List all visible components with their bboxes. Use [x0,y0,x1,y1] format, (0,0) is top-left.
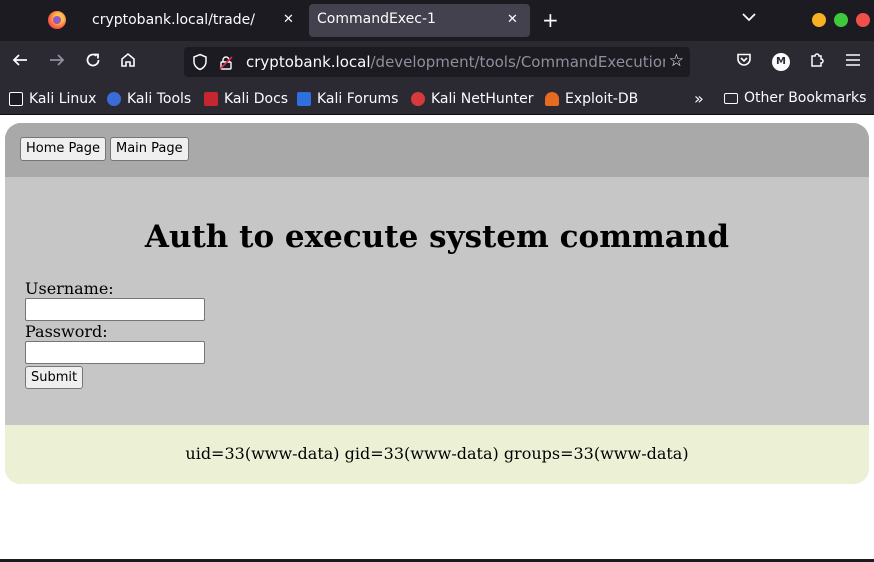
bookmark-label: Exploit-DB [565,91,639,107]
bookmarks-toolbar: Kali Linux Kali Tools Kali Docs Kali For… [0,83,874,115]
username-label: Username: [25,279,114,298]
window-close-button[interactable] [856,13,870,27]
address-bar[interactable]: cryptobank.local/development/tools/Comma… [184,47,690,77]
bookmark-label: Kali Docs [224,91,289,107]
home-icon[interactable] [118,51,138,73]
username-field[interactable] [25,298,205,321]
kali-nethunter-icon [411,92,425,106]
window-minimize-button[interactable] [812,13,826,27]
bookmark-kali-forums[interactable]: Kali Forums [297,90,398,108]
tracking-protection-shield-icon[interactable] [192,53,208,75]
bookmark-label: Kali Tools [127,91,192,107]
forward-arrow-icon[interactable] [47,51,67,73]
pocket-icon[interactable] [734,51,754,73]
other-bookmarks-label: Other Bookmarks [744,90,867,106]
tab-title: cryptobank.local/trade/ [92,12,255,28]
tab-cryptobank-trade[interactable]: cryptobank.local/trade/ ✕ [80,0,306,41]
exploit-db-icon [545,92,559,106]
reload-icon[interactable] [83,51,103,73]
bookmark-label: Kali Linux [29,91,97,107]
chevron-down-icon[interactable] [742,10,756,26]
close-tab-icon[interactable]: ✕ [507,12,518,27]
tab-commandexec[interactable]: CommandExec-1 ✕ [309,4,530,37]
command-exec-panel: Home Page Main Page Auth to execute syst… [5,123,869,484]
bookmark-kali-tools[interactable]: Kali Tools [107,90,191,108]
bookmark-kali-docs[interactable]: Kali Docs [204,90,288,108]
main-page-button[interactable]: Main Page [110,137,189,161]
more-bookmarks-chevron-icon[interactable]: » [694,89,704,108]
home-page-button[interactable]: Home Page [20,137,106,161]
bookmark-exploit-db[interactable]: Exploit-DB [545,90,638,108]
navigation-toolbar: cryptobank.local/development/tools/Comma… [0,41,874,83]
page-content: Home Page Main Page Auth to execute syst… [0,116,874,562]
account-avatar[interactable]: M [772,53,790,71]
command-output-text: uid=33(www-data) gid=33(www-data) groups… [185,444,689,463]
insecure-lock-icon[interactable] [219,55,233,70]
password-field[interactable] [25,341,205,364]
firefox-icon[interactable] [48,11,66,29]
folder-icon [724,92,738,104]
tab-strip: cryptobank.local/trade/ ✕ CommandExec-1 … [0,0,874,41]
hamburger-menu-icon[interactable] [843,51,863,73]
bookmark-label: Kali NetHunter [431,91,534,107]
command-output-panel: uid=33(www-data) gid=33(www-data) groups… [5,425,869,484]
extensions-puzzle-icon[interactable] [807,51,827,73]
page-title: Auth to execute system command [144,219,730,255]
kali-forums-icon [297,92,311,106]
close-tab-icon[interactable]: ✕ [283,12,294,27]
tab-title: CommandExec-1 [317,11,436,27]
kali-docs-icon [204,92,218,106]
url-path: /development/tools/CommandExecution [370,53,672,71]
url-text[interactable]: cryptobank.local/development/tools/Comma… [246,53,672,71]
back-arrow-icon[interactable] [10,51,30,73]
window-maximize-button[interactable] [834,13,848,27]
page-nav-bar: Home Page Main Page [5,123,869,177]
kali-tools-icon [107,92,121,106]
bookmark-star-icon[interactable]: ☆ [664,51,684,71]
new-tab-icon[interactable]: + [542,8,559,32]
kali-dragon-icon [9,92,23,106]
submit-button[interactable]: Submit [25,366,84,389]
url-host: cryptobank.local [246,53,371,71]
other-bookmarks-folder[interactable]: Other Bookmarks [724,90,866,106]
password-label: Password: [25,322,108,341]
bookmark-kali-linux[interactable]: Kali Linux [9,90,96,108]
bookmark-label: Kali Forums [317,91,399,107]
bookmark-kali-nethunter[interactable]: Kali NetHunter [411,90,533,108]
